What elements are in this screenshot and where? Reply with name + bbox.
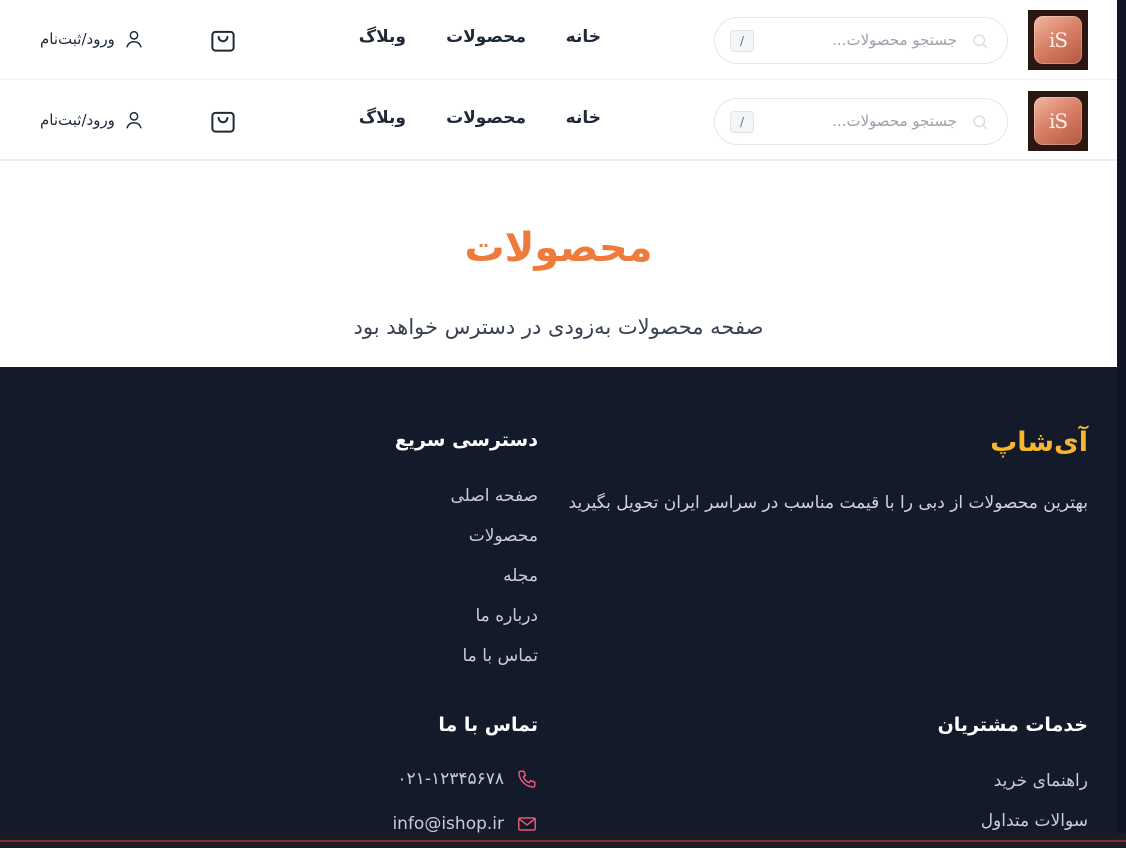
- contact-heading: تماس با ما: [438, 714, 538, 736]
- nav-blog[interactable]: وبلاگ: [359, 27, 406, 47]
- logo-badge: iS: [1034, 97, 1082, 145]
- footer-link-faq[interactable]: سوالات متداول: [981, 809, 1088, 833]
- cart-icon[interactable]: [208, 106, 238, 136]
- quick-access-heading: دسترسی سریع: [394, 429, 538, 451]
- login-label: ورود/ثبت‌نام: [40, 111, 115, 129]
- nav-products[interactable]: محصولات: [446, 27, 526, 47]
- taskbar-edge: [0, 833, 1126, 848]
- logo[interactable]: iS: [1028, 91, 1088, 151]
- mail-icon: [518, 817, 536, 831]
- cart-icon[interactable]: [208, 25, 238, 55]
- nav-home[interactable]: خانه: [566, 108, 601, 128]
- site-footer: آی‌شاپ بهترین محصولات از دبی را با قیمت …: [0, 367, 1117, 833]
- login-button[interactable]: ورود/ثبت‌نام: [40, 28, 145, 50]
- site-header: iS جستجو محصولات... / خانه محصولات وبلاگ…: [0, 0, 1117, 80]
- user-icon: [126, 111, 142, 129]
- nav-products[interactable]: محصولات: [446, 108, 526, 128]
- contact-email[interactable]: info@ishop.ir: [392, 813, 538, 833]
- login-button[interactable]: ورود/ثبت‌نام: [40, 109, 145, 131]
- contact-phone-text: ۰۲۱-۱۲۳۴۵۶۷۸: [397, 769, 504, 789]
- footer-link-contact[interactable]: تماس با ما: [451, 644, 539, 684]
- footer-link-buying-guide[interactable]: راهنمای خرید: [981, 769, 1088, 809]
- search-placeholder: جستجو محصولات...: [832, 31, 957, 49]
- footer-description: بهترین محصولات از دبی را با قیمت مناسب د…: [568, 493, 1088, 513]
- footer-link-home[interactable]: صفحه اصلی: [451, 484, 538, 524]
- nav-blog[interactable]: وبلاگ: [359, 108, 406, 128]
- site-header-sticky: iS جستجو محصولات... / خانه محصولات وبلاگ…: [0, 81, 1117, 161]
- search-icon: [973, 115, 988, 130]
- footer-link-magazine[interactable]: مجله: [451, 564, 538, 604]
- search-shortcut-key: /: [730, 111, 754, 133]
- footer-link-products[interactable]: محصولات: [451, 524, 538, 564]
- search-icon: [973, 34, 988, 49]
- search-input[interactable]: جستجو محصولات... /: [714, 98, 1008, 145]
- login-label: ورود/ثبت‌نام: [40, 30, 115, 48]
- search-shortcut-key: /: [730, 30, 754, 52]
- browser-viewport: iS جستجو محصولات... / خانه محصولات وبلاگ…: [0, 0, 1117, 833]
- logo[interactable]: iS: [1028, 10, 1088, 70]
- search-input[interactable]: جستجو محصولات... /: [714, 17, 1008, 64]
- phone-icon: [518, 770, 536, 788]
- user-icon: [126, 30, 142, 48]
- page-title: محصولات: [464, 224, 653, 271]
- taskbar-accent-line: [0, 840, 1126, 842]
- footer-brand: آی‌شاپ: [990, 427, 1088, 458]
- footer-link-about[interactable]: درباره ما: [451, 604, 539, 644]
- page-subtitle: صفحه محصولات به‌زودی در دسترس خواهد بود: [353, 315, 764, 339]
- contact-email-text: info@ishop.ir: [392, 814, 504, 833]
- customer-service-list: راهنمای خرید سوالات متداول: [981, 769, 1088, 833]
- logo-badge: iS: [1034, 16, 1082, 64]
- window-edge: [1117, 0, 1126, 848]
- contact-phone[interactable]: ۰۲۱-۱۲۳۴۵۶۷۸: [397, 768, 538, 790]
- nav-home[interactable]: خانه: [566, 27, 601, 47]
- quick-access-list: صفحه اصلی محصولات مجله درباره ما تماس با…: [451, 484, 538, 684]
- search-placeholder: جستجو محصولات...: [832, 112, 957, 130]
- customer-service-heading: خدمات مشتریان: [937, 714, 1088, 736]
